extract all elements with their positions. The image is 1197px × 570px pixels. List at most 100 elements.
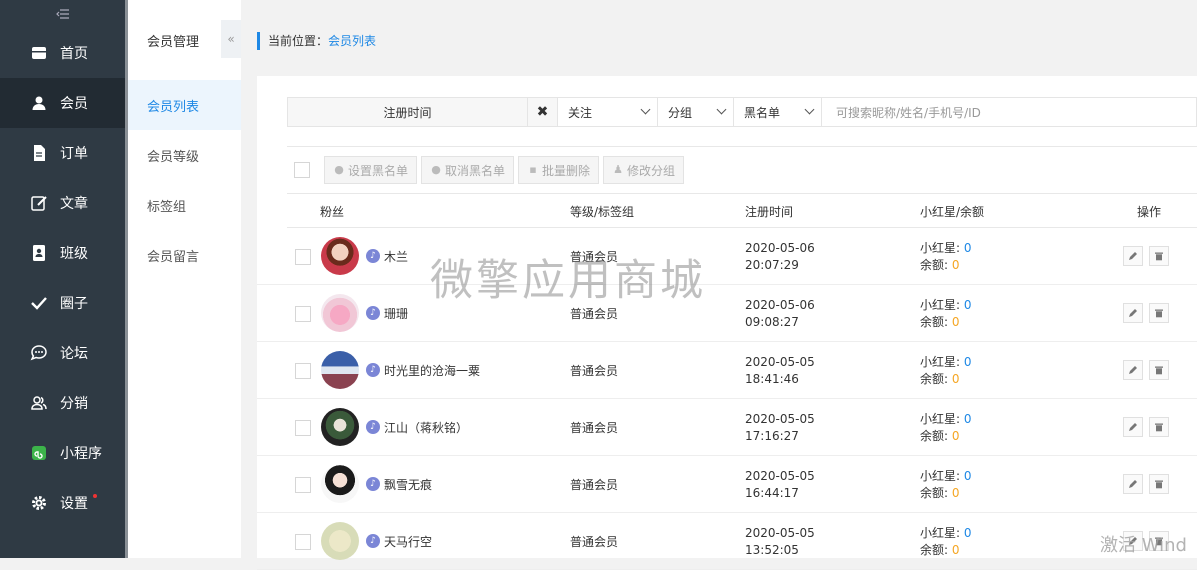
group-select[interactable]: 分组 xyxy=(658,98,734,126)
stars-value: 0 xyxy=(963,412,972,426)
cancel-blacklist-label: 取消黑名单 xyxy=(445,163,506,178)
sidebar-item-gear[interactable]: 设置 xyxy=(0,478,125,528)
clear-date-icon[interactable]: ✖ xyxy=(528,98,558,126)
batch-delete-button[interactable]: ▪ 批量删除 xyxy=(518,156,600,184)
sidebar-item-class[interactable]: 班级 xyxy=(0,228,125,278)
store-icon xyxy=(32,47,46,59)
register-date: 2020-05-05 xyxy=(745,355,815,369)
header-fans: 粉丝 xyxy=(320,205,345,219)
member-name[interactable]: 时光里的沧海一粟 xyxy=(384,362,480,379)
stars-balance: 小红星: 0 余额: 0 xyxy=(920,468,972,502)
trash-icon xyxy=(1155,252,1163,261)
register-clock: 20:07:29 xyxy=(745,258,799,272)
sidebar-item-label: 首页 xyxy=(60,46,88,62)
sidebar-item-label: 订单 xyxy=(60,146,88,162)
cancel-blacklist-button[interactable]: ● 取消黑名单 xyxy=(421,156,515,184)
delete-button[interactable] xyxy=(1149,246,1169,266)
fold-subnav-button[interactable]: « xyxy=(221,20,241,58)
sidebar-item-check[interactable]: 圈子 xyxy=(0,278,125,328)
pencil-icon xyxy=(1129,423,1137,431)
pencil-icon xyxy=(1129,252,1137,260)
edit-button[interactable] xyxy=(1123,474,1143,494)
sidebar-item-chat[interactable]: 论坛 xyxy=(0,328,125,378)
edit-button[interactable] xyxy=(1123,360,1143,380)
sidebar-item-store[interactable]: 首页 xyxy=(0,28,125,78)
subnav-item[interactable]: 会员等级 xyxy=(128,130,241,180)
stars-balance: 小红星: 0 余额: 0 xyxy=(920,297,972,331)
balance-label: 余额: xyxy=(920,543,949,557)
blacklist-select[interactable]: 黑名单 xyxy=(734,98,822,126)
user-icon xyxy=(32,96,46,110)
chevron-down-icon xyxy=(716,104,727,115)
check-icon xyxy=(31,297,47,310)
member-list-panel: 注册时间 ✖ 关注 分组 黑名单 可搜索昵称/姓名/手机号/ID ● 设置黑名单 … xyxy=(257,76,1197,570)
row-checkbox[interactable] xyxy=(295,477,311,493)
divider xyxy=(287,146,1197,147)
member-name[interactable]: 珊珊 xyxy=(384,305,408,322)
subnav-item[interactable]: 标签组 xyxy=(128,180,241,230)
windows-activation-text: 激活 Wind xyxy=(1100,535,1187,556)
balance-value: 0 xyxy=(951,315,960,329)
avatar xyxy=(321,408,359,446)
change-group-button[interactable]: ♟ 修改分组 xyxy=(603,156,685,184)
edit-button[interactable] xyxy=(1123,303,1143,323)
stars-label: 小红星: xyxy=(920,412,961,426)
delete-button[interactable] xyxy=(1149,303,1169,323)
table-row: ♪ 木兰 普通会员 2020-05-06 20:07:29 小红星: 0 余额: 0 xyxy=(257,228,1197,285)
edit-button[interactable] xyxy=(1123,246,1143,266)
header-regtime: 注册时间 xyxy=(745,205,794,219)
row-checkbox[interactable] xyxy=(295,306,311,322)
sidebar-item-miniprogram[interactable]: 小程序 xyxy=(0,428,125,478)
sidebar-item-label: 圈子 xyxy=(60,296,88,312)
delete-button[interactable] xyxy=(1149,474,1169,494)
balance-value: 0 xyxy=(951,486,960,500)
member-name[interactable]: 江山（蒋秋铭） xyxy=(384,419,468,436)
table-row: ♪ 江山（蒋秋铭） 普通会员 2020-05-05 17:16:27 小红星: 0 余额: … xyxy=(257,399,1197,456)
register-time: 2020-05-05 13:52:05 xyxy=(745,525,815,559)
row-checkbox[interactable] xyxy=(295,420,311,436)
set-blacklist-button[interactable]: ● 设置黑名单 xyxy=(324,156,418,184)
register-time: 2020-05-05 17:16:27 xyxy=(745,411,815,445)
follow-select-value: 关注 xyxy=(568,105,593,120)
group-icon: ♟ xyxy=(613,163,623,176)
member-name[interactable]: 飘雪无痕 xyxy=(384,476,432,493)
row-checkbox[interactable] xyxy=(295,249,311,265)
sidebar-item-group[interactable]: 分销 xyxy=(0,378,125,428)
search-input[interactable]: 可搜索昵称/姓名/手机号/ID xyxy=(822,98,1196,126)
row-checkbox[interactable] xyxy=(295,363,311,379)
miniprogram-badge-icon: ♪ xyxy=(366,534,380,548)
follow-select[interactable]: 关注 xyxy=(558,98,658,126)
register-time: 2020-05-05 18:41:46 xyxy=(745,354,815,388)
register-date: 2020-05-05 xyxy=(745,526,815,540)
miniprogram-badge-icon: ♪ xyxy=(366,420,380,434)
trash-icon xyxy=(1155,366,1163,375)
sidebar-collapse-icon[interactable] xyxy=(0,0,125,28)
member-name[interactable]: 天马行空 xyxy=(384,533,432,550)
breadcrumb: 当前位置：会员列表 xyxy=(257,32,376,50)
breadcrumb-current[interactable]: 会员列表 xyxy=(328,34,376,48)
row-checkbox[interactable] xyxy=(295,534,311,550)
edit-button[interactable] xyxy=(1123,417,1143,437)
sidebar-item-edit[interactable]: 文章 xyxy=(0,178,125,228)
subnav-item[interactable]: 会员列表 xyxy=(128,80,241,130)
select-all-checkbox[interactable] xyxy=(294,162,310,178)
register-clock: 18:41:46 xyxy=(745,372,799,386)
sidebar-item-label: 小程序 xyxy=(60,446,102,462)
sidebar-item-user[interactable]: 会员 xyxy=(0,78,125,128)
bulk-actions: ● 设置黑名单 ● 取消黑名单 ▪ 批量删除 ♟ 修改分组 xyxy=(294,156,685,184)
sidebar-item-label: 设置 xyxy=(60,496,88,512)
subnav-item[interactable]: 会员留言 xyxy=(128,230,241,280)
stars-balance: 小红星: 0 余额: 0 xyxy=(920,411,972,445)
blacklist-select-value: 黑名单 xyxy=(744,105,781,120)
member-name[interactable]: 木兰 xyxy=(384,248,408,265)
stars-balance: 小红星: 0 余额: 0 xyxy=(920,240,972,274)
sidebar-item-document[interactable]: 订单 xyxy=(0,128,125,178)
member-level: 普通会员 xyxy=(570,535,619,549)
delete-button[interactable] xyxy=(1149,360,1169,380)
register-time-filter[interactable]: 注册时间 xyxy=(288,98,528,126)
miniprogram-badge-icon: ♪ xyxy=(366,306,380,320)
delete-button[interactable] xyxy=(1149,417,1169,437)
balance-value: 0 xyxy=(951,258,960,272)
stars-value: 0 xyxy=(963,526,972,540)
pencil-icon xyxy=(1129,309,1137,317)
